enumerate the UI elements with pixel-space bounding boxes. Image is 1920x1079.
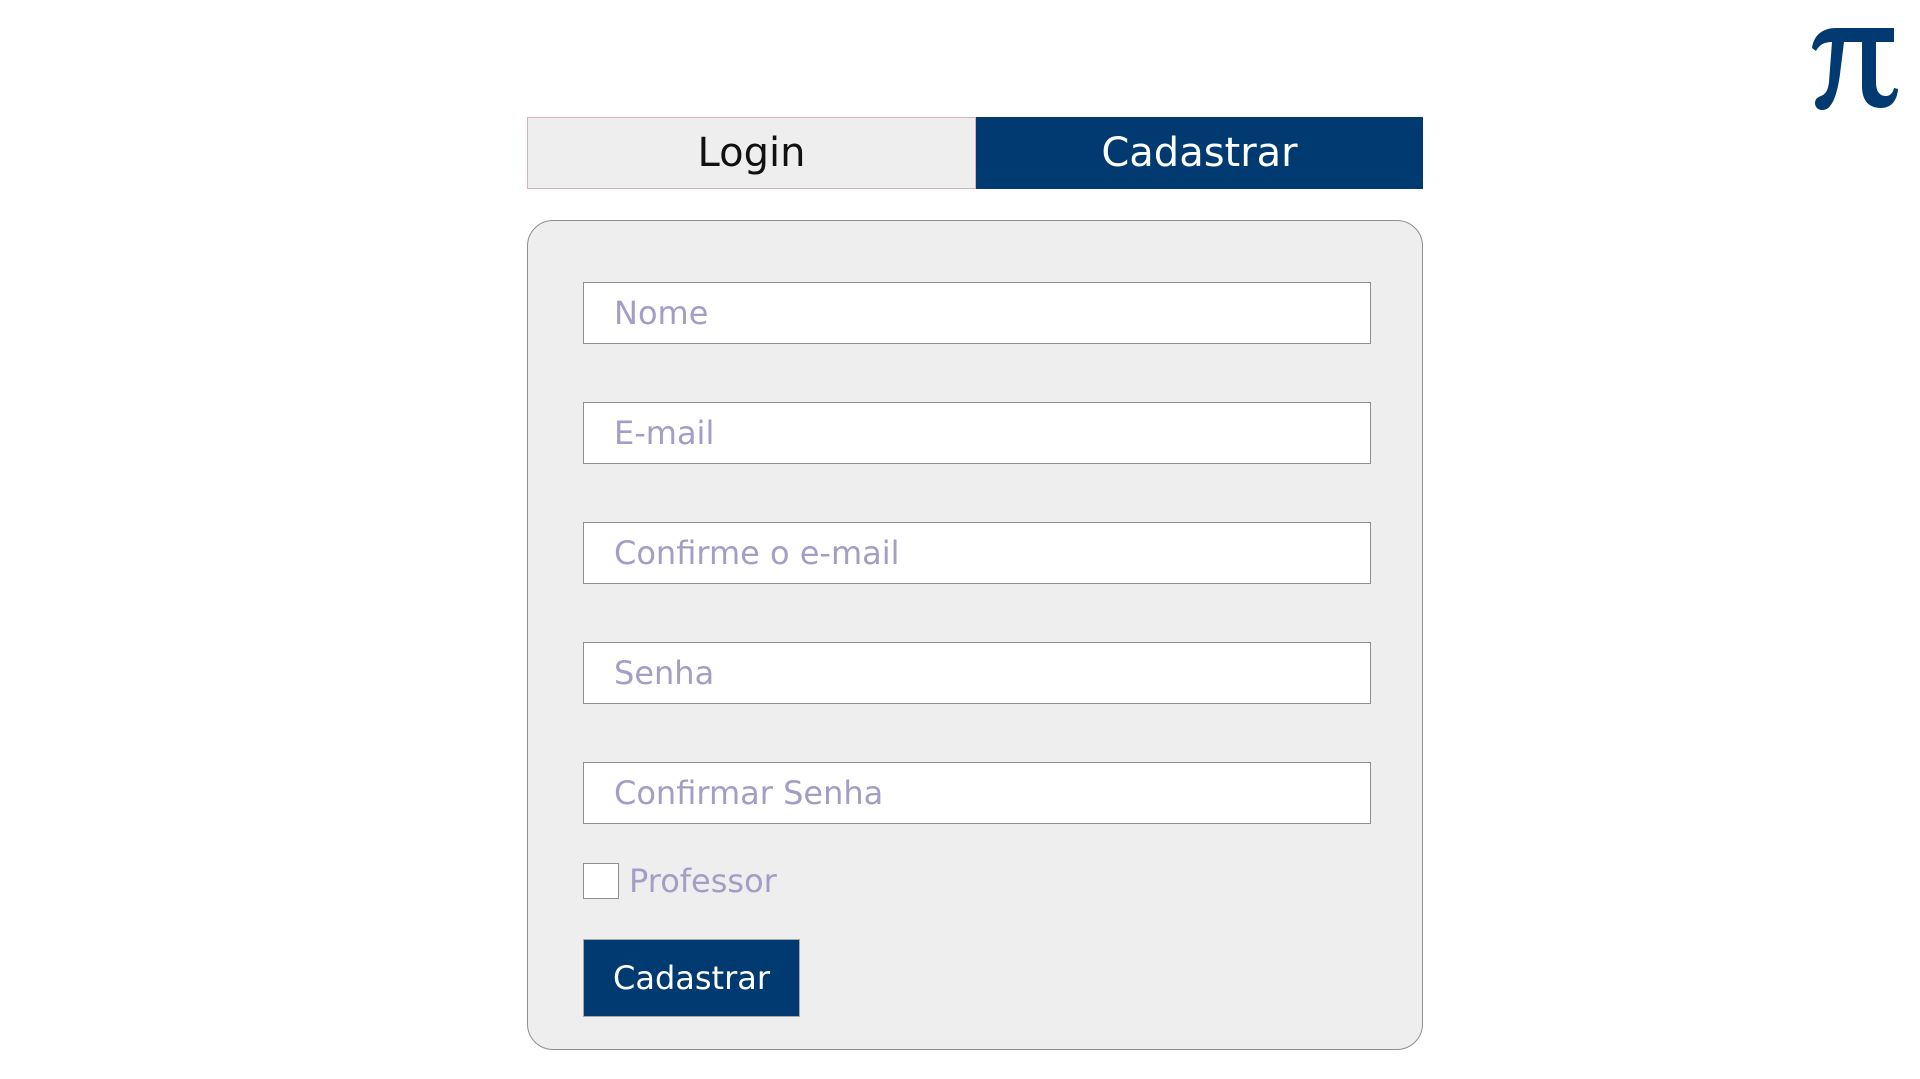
register-button[interactable]: Cadastrar: [583, 939, 800, 1017]
email-input[interactable]: [583, 402, 1371, 464]
tab-register[interactable]: Cadastrar: [976, 117, 1423, 189]
professor-label: Professor: [629, 862, 777, 900]
password-input[interactable]: [583, 642, 1371, 704]
tab-login[interactable]: Login: [527, 117, 976, 189]
confirm-email-input[interactable]: [583, 522, 1371, 584]
confirm-password-input[interactable]: [583, 762, 1371, 824]
register-form-card: Professor Cadastrar: [527, 220, 1423, 1050]
name-input[interactable]: [583, 282, 1371, 344]
pi-logo-icon: [1812, 28, 1898, 110]
auth-tabs: Login Cadastrar: [527, 117, 1423, 189]
professor-checkbox[interactable]: [583, 863, 619, 899]
professor-checkbox-row: Professor: [583, 862, 777, 900]
